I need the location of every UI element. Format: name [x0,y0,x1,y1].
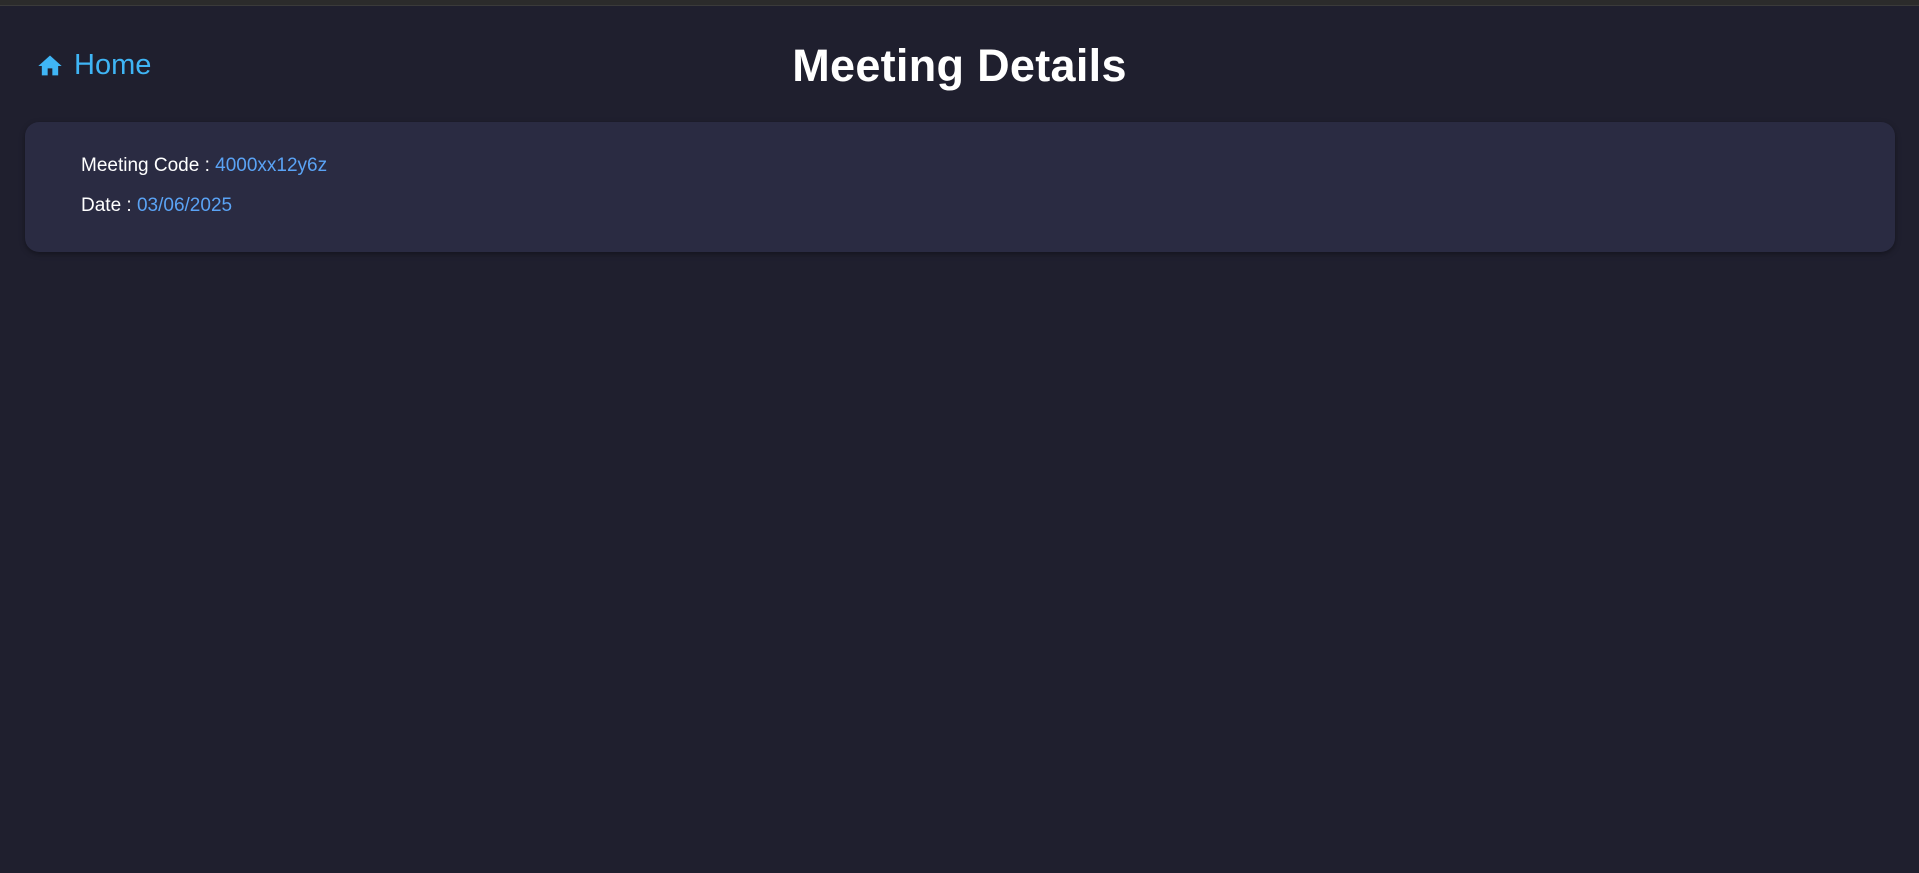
meeting-date-value: 03/06/2025 [136,195,233,216]
meeting-code-row: Meeting Code : 4000xx12y6z [81,155,327,177]
page-header: Home Meeting Details [0,6,1919,116]
meeting-date-label: Date : [81,195,137,216]
meeting-date-row: Date : 03/06/2025 [81,195,232,217]
meeting-code-label: Meeting Code : [81,155,216,176]
meeting-code-value: 4000xx12y6z [215,155,328,176]
meeting-details-card: Meeting Code : 4000xx12y6z Date : 03/06/… [25,122,1895,252]
page-title: Meeting Details [792,40,1127,91]
